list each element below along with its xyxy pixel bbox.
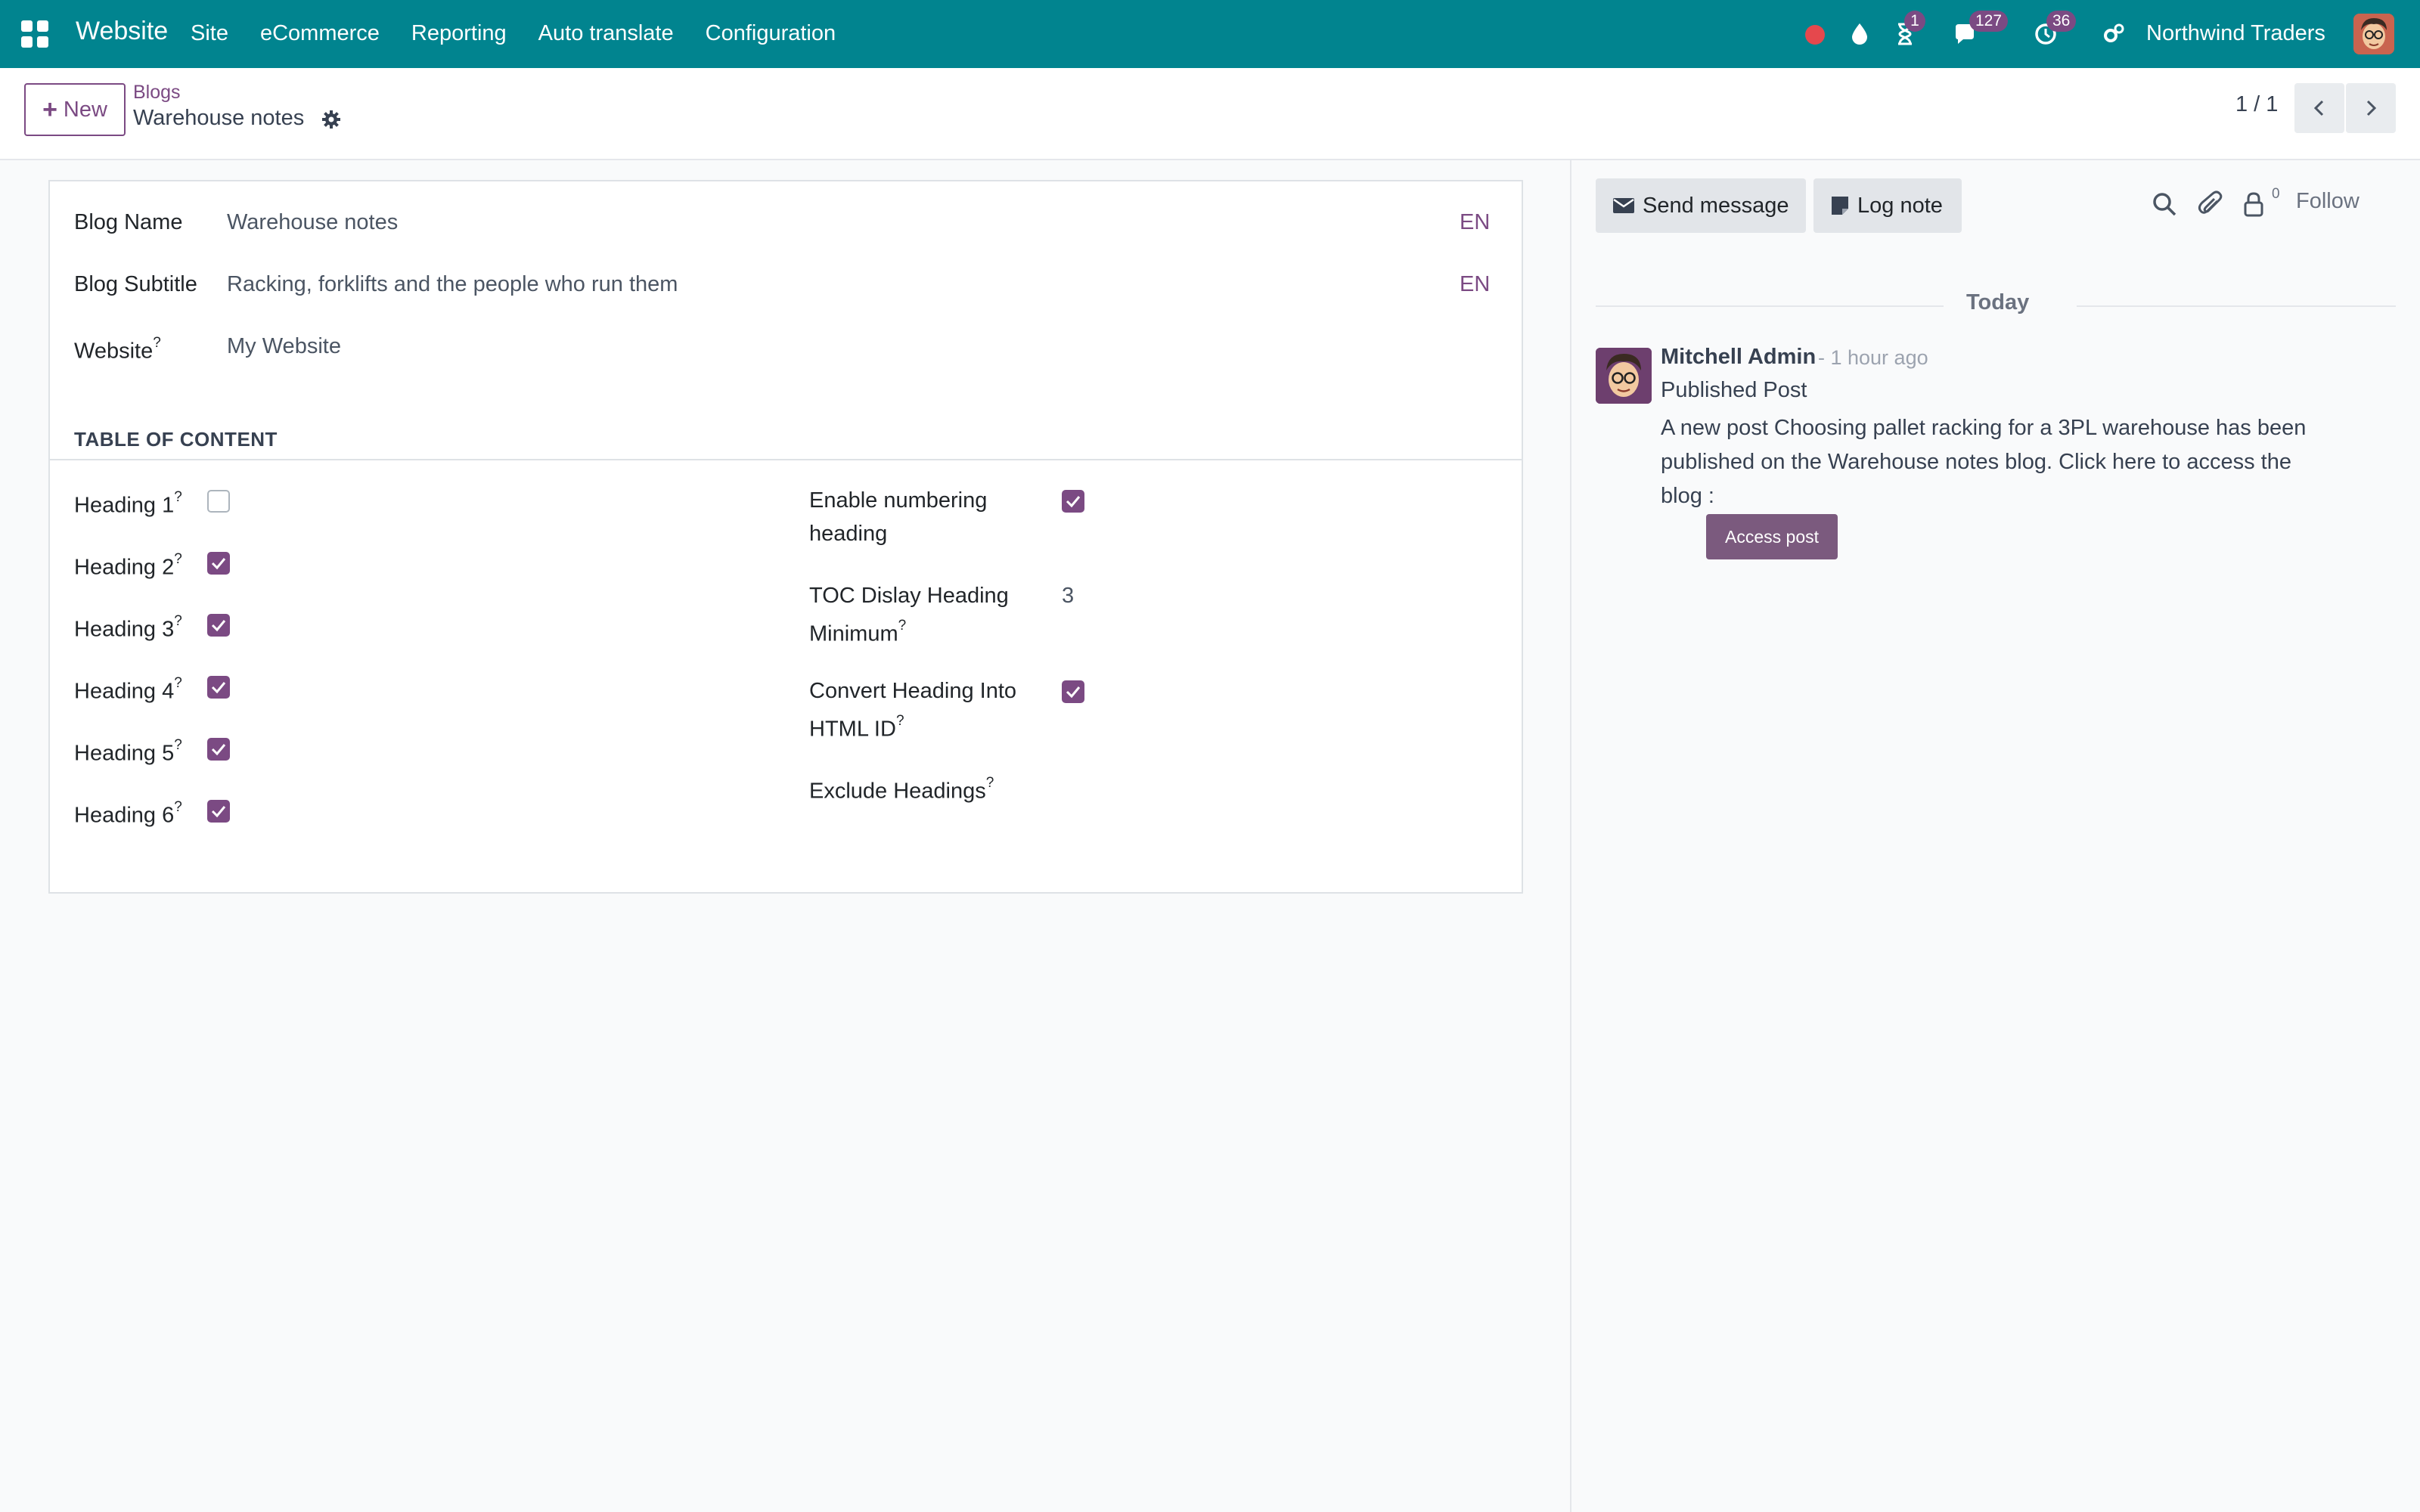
heading-2-label: Heading 2? xyxy=(74,551,182,580)
log-note-button[interactable]: Log note xyxy=(1813,178,1962,233)
convert-id-label-line1: Convert Heading Into xyxy=(809,679,1017,703)
help-mark[interactable]: ? xyxy=(153,335,161,351)
blog-subtitle-label: Blog Subtitle xyxy=(74,272,197,296)
heading-4-label: Heading 4? xyxy=(74,675,182,704)
access-post-button[interactable]: Access post xyxy=(1706,514,1838,559)
breadcrumb-current: Warehouse notes xyxy=(133,106,305,130)
pager-value[interactable]: 1 / 1 xyxy=(2235,92,2278,117)
blog-subtitle-lang-button[interactable]: EN xyxy=(1460,268,1490,301)
activities-badge: 36 xyxy=(2046,11,2077,32)
message-subject: Published Post xyxy=(1661,378,1807,402)
breadcrumb-blogs[interactable]: Blogs xyxy=(133,82,181,104)
gear-icon[interactable] xyxy=(321,109,342,130)
send-message-label: Send message xyxy=(1643,193,1789,218)
apps-menu-icon[interactable] xyxy=(21,20,48,48)
heading-3-label: Heading 3? xyxy=(74,613,182,642)
menu-configuration[interactable]: Configuration xyxy=(706,21,836,46)
chevron-right-icon xyxy=(2366,100,2377,116)
menu-auto-translate[interactable]: Auto translate xyxy=(538,21,674,46)
message-time: - 1 hour ago xyxy=(1818,346,1928,369)
heading-3-checkbox[interactable] xyxy=(207,614,230,637)
message-body: A new post Choosing pallet racking for a… xyxy=(1661,416,2307,508)
chatter-separator xyxy=(1570,160,1571,1512)
website-field[interactable]: My Website xyxy=(227,330,341,363)
form-sheet: Blog Name Warehouse notes EN Blog Subtit… xyxy=(48,180,1523,894)
heading-5-label: Heading 5? xyxy=(74,737,182,766)
menu-reporting[interactable]: Reporting xyxy=(411,21,507,46)
messages-badge: 127 xyxy=(1969,11,2009,32)
envelope-icon xyxy=(1613,198,1634,213)
enable-numbering-label-line2: heading xyxy=(809,522,888,546)
heading-1-checkbox[interactable] xyxy=(207,490,230,513)
note-icon xyxy=(1832,197,1848,215)
new-button[interactable]: + New xyxy=(24,83,126,136)
chevron-left-icon xyxy=(2313,100,2324,116)
heading-1-label: Heading 1? xyxy=(74,489,182,518)
follow-button[interactable]: Follow xyxy=(2296,189,2360,214)
pager-previous-button[interactable] xyxy=(2294,83,2344,133)
heading-5-checkbox[interactable] xyxy=(207,738,230,761)
blog-subtitle-field[interactable]: Racking, forklifts and the people who ru… xyxy=(227,268,678,301)
check-icon xyxy=(211,806,226,818)
heading-2-checkbox[interactable] xyxy=(207,552,230,575)
check-icon xyxy=(211,682,226,694)
blog-name-lang-button[interactable]: EN xyxy=(1460,206,1490,239)
heading-6-label: Heading 6? xyxy=(74,799,182,828)
heading-4-checkbox[interactable] xyxy=(207,676,230,699)
date-separator: Today xyxy=(1966,290,2030,314)
toc-section-title: TABLE OF CONTENT xyxy=(74,428,278,451)
convert-id-checkbox[interactable] xyxy=(1062,680,1084,703)
menu-ecommerce[interactable]: eCommerce xyxy=(260,21,380,46)
exclude-headings-label: Exclude Headings? xyxy=(809,775,994,804)
new-button-label: New xyxy=(63,97,107,122)
message-author[interactable]: Mitchell Admin xyxy=(1661,345,1816,370)
date-divider-left xyxy=(1596,305,1944,307)
toc-min-label-line2: Minimum? xyxy=(809,618,907,646)
enable-numbering-checkbox[interactable] xyxy=(1062,490,1084,513)
lock-icon[interactable] xyxy=(2240,191,2267,218)
website-label: Website? xyxy=(74,335,161,364)
blog-name-label: Blog Name xyxy=(74,210,183,234)
pager-next-button[interactable] xyxy=(2346,83,2396,133)
user-avatar[interactable] xyxy=(2353,14,2394,54)
control-panel: + New Blogs Warehouse notes 1 / 1 xyxy=(0,68,2420,160)
heading-6-checkbox[interactable] xyxy=(207,800,230,823)
log-note-label: Log note xyxy=(1857,193,1943,218)
section-divider xyxy=(50,459,1522,460)
settings-icon[interactable] xyxy=(2101,21,2127,47)
check-icon xyxy=(211,744,226,756)
company-name[interactable]: Northwind Traders xyxy=(2146,21,2325,46)
recording-dot-icon[interactable] xyxy=(1805,25,1825,45)
toc-min-label-line1: TOC Dislay Heading xyxy=(809,584,1009,608)
drop-icon[interactable] xyxy=(1847,21,1872,47)
check-icon xyxy=(211,620,226,632)
paperclip-icon[interactable] xyxy=(2198,191,2225,218)
toc-min-field[interactable]: 3 xyxy=(1062,579,1074,612)
check-icon xyxy=(211,558,226,570)
blog-name-field[interactable]: Warehouse notes xyxy=(227,206,398,239)
date-divider-right xyxy=(2077,305,2396,307)
follower-count: 0 xyxy=(2272,186,2280,202)
menu-site[interactable]: Site xyxy=(191,21,228,46)
plus-icon: + xyxy=(42,95,57,124)
author-avatar[interactable] xyxy=(1596,348,1652,404)
app-name[interactable]: Website xyxy=(76,17,168,46)
search-icon[interactable] xyxy=(2151,191,2178,218)
top-navbar: Website Site eCommerce Reporting Auto tr… xyxy=(0,0,2420,68)
activity-badge: 1 xyxy=(1904,11,1925,32)
check-icon xyxy=(1066,686,1081,699)
main-menu: Site eCommerce Reporting Auto translate … xyxy=(191,21,867,46)
check-icon xyxy=(1066,496,1081,508)
enable-numbering-label-line1: Enable numbering xyxy=(809,488,988,513)
send-message-button[interactable]: Send message xyxy=(1596,178,1806,233)
convert-id-label-line2: HTML ID? xyxy=(809,713,904,742)
